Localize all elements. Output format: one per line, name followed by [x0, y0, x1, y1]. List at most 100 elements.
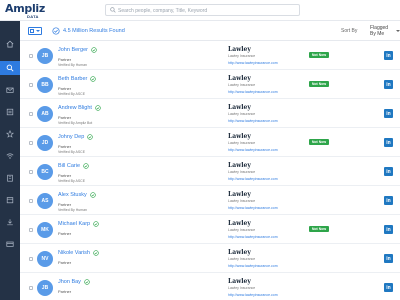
avatar[interactable]: JD — [37, 135, 53, 151]
mail-icon — [6, 87, 14, 93]
company-url-link[interactable]: http://www.lawleyinsurance.com — [228, 235, 278, 239]
avatar[interactable]: AS — [37, 193, 53, 209]
contact-name-line: Jhon Bay — [58, 279, 90, 285]
select-all-checkbox[interactable] — [30, 29, 34, 33]
contact-title: Partner — [58, 86, 72, 91]
contact-name-line: Johny Dep — [58, 134, 93, 140]
linkedin-icon[interactable]: in — [384, 254, 393, 263]
linkedin-icon[interactable]: in — [384, 196, 393, 205]
avatar[interactable]: BB — [37, 77, 53, 93]
avatar[interactable]: NV — [37, 251, 53, 267]
search-input[interactable] — [118, 6, 296, 15]
contact-name[interactable]: Michael Karp — [58, 221, 90, 227]
table-row[interactable]: AB Andrew Blight Partner Verified By Ampliz… — [20, 99, 400, 128]
company-url-link[interactable]: http://www.lawleyinsurance.com — [228, 206, 278, 210]
table-row[interactable]: BB Beth Barber Partner Verified By ASCE Lawl… — [20, 70, 400, 99]
row-checkbox[interactable] — [29, 112, 33, 116]
linkedin-icon[interactable]: in — [384, 109, 393, 118]
table-row[interactable]: JD Johny Dep Partner Verified By ASCE Lawley… — [20, 128, 400, 157]
not-now-button[interactable]: Not Now — [309, 81, 329, 87]
sidebar-item-favorites[interactable] — [0, 127, 20, 141]
avatar[interactable]: BC — [37, 164, 53, 180]
verified-by-text: Verified By Human — [58, 208, 87, 212]
avatar[interactable]: MK — [37, 222, 53, 238]
not-now-button[interactable]: Not Now — [309, 226, 329, 232]
company-name: Lawley Insurance — [228, 83, 256, 87]
row-checkbox[interactable] — [29, 54, 33, 58]
contact-name[interactable]: Alex Stusky — [58, 192, 87, 198]
select-all-dropdown[interactable] — [28, 27, 42, 35]
table-row[interactable]: NV Nikole Varish Partner Lawley Lawley Insur… — [20, 244, 400, 273]
chevron-down-icon — [396, 30, 400, 32]
company-url-link[interactable]: http://www.lawleyinsurance.com — [228, 148, 278, 152]
search-box[interactable] — [105, 4, 300, 16]
avatar-initials: BC — [41, 169, 49, 175]
contact-name[interactable]: Beth Barber — [58, 76, 87, 82]
contact-name[interactable]: Nikole Varish — [58, 250, 90, 256]
ampliz-logo[interactable]: Ampliz DATA — [5, 3, 45, 19]
sidebar-item-lists[interactable] — [0, 105, 20, 119]
company-url-link[interactable]: http://www.lawleyinsurance.com — [228, 61, 278, 65]
download-icon — [7, 219, 13, 226]
company-logo: Lawley — [228, 46, 251, 53]
row-checkbox[interactable] — [29, 141, 33, 145]
verified-check-icon — [93, 250, 99, 256]
row-checkbox[interactable] — [29, 257, 33, 261]
results-toolbar: 4.5 Million Results Found Sort By Flagge… — [20, 21, 400, 41]
avatar[interactable]: JB — [37, 48, 53, 64]
contact-name[interactable]: Jhon Bay — [58, 279, 81, 285]
sidebar-item-mail[interactable] — [0, 83, 20, 97]
sidebar-item-companies[interactable] — [0, 171, 20, 185]
row-checkbox[interactable] — [29, 286, 33, 290]
avatar-initials: MK — [41, 227, 49, 233]
linkedin-icon[interactable]: in — [384, 51, 393, 60]
contact-name[interactable]: Johny Dep — [58, 134, 84, 140]
wifi-icon — [6, 153, 14, 159]
row-checkbox[interactable] — [29, 228, 33, 232]
building-icon — [7, 174, 13, 182]
row-checkbox[interactable] — [29, 199, 33, 203]
company-url-link[interactable]: http://www.lawleyinsurance.com — [228, 264, 278, 268]
company-url-link[interactable]: http://www.lawleyinsurance.com — [228, 177, 278, 181]
linkedin-icon[interactable]: in — [384, 80, 393, 89]
company-url-link[interactable]: http://www.lawleyinsurance.com — [228, 293, 278, 297]
sidebar-item-search[interactable] — [0, 61, 20, 75]
company-url-link[interactable]: http://www.lawleyinsurance.com — [228, 90, 278, 94]
linkedin-icon[interactable]: in — [384, 138, 393, 147]
table-row[interactable]: JB John Berger Partner Verified By Human Law… — [20, 41, 400, 70]
company-name: Lawley Insurance — [228, 54, 256, 58]
contact-name[interactable]: John Berger — [58, 47, 88, 53]
linkedin-icon[interactable]: in — [384, 225, 393, 234]
row-checkbox[interactable] — [29, 83, 33, 87]
table-row[interactable]: BC Bill Carie Partner Verified By ASCE Lawle… — [20, 157, 400, 186]
sidebar-item-home[interactable] — [0, 37, 20, 51]
linkedin-icon[interactable]: in — [384, 167, 393, 176]
star-icon — [6, 130, 14, 138]
company-name: Lawley Insurance — [228, 170, 256, 174]
not-now-button[interactable]: Not Now — [309, 52, 329, 58]
sort-dropdown[interactable]: Flagged By Me — [370, 25, 400, 37]
company-name: Lawley Insurance — [228, 228, 256, 232]
avatar-initials: BB — [41, 82, 49, 88]
avatar[interactable]: JB — [37, 280, 53, 296]
sidebar-item-billing[interactable] — [0, 237, 20, 251]
company-name: Lawley Insurance — [228, 112, 256, 116]
sidebar-item-downloads[interactable] — [0, 215, 20, 229]
sidebar-item-calendar[interactable] — [0, 193, 20, 207]
avatar[interactable]: AB — [37, 106, 53, 122]
table-row[interactable]: JB Jhon Bay Partner Lawley Lawley Insurance h… — [20, 273, 400, 300]
company-url-link[interactable]: http://www.lawleyinsurance.com — [228, 119, 278, 123]
row-checkbox[interactable] — [29, 170, 33, 174]
contact-name-line: John Berger — [58, 47, 97, 53]
not-now-button[interactable]: Not Now — [309, 139, 329, 145]
contact-name[interactable]: Bill Carie — [58, 163, 80, 169]
verified-check-icon — [90, 76, 97, 82]
table-row[interactable]: AS Alex Stusky Partner Verified By Human Law… — [20, 186, 400, 215]
linkedin-icon[interactable]: in — [384, 283, 393, 292]
avatar-initials: AB — [41, 111, 49, 117]
contact-name[interactable]: Andrew Blight — [58, 105, 92, 111]
table-row[interactable]: MK Michael Karp Partner Lawley Lawley Insura… — [20, 215, 400, 244]
contact-title: Partner — [58, 260, 72, 265]
results-count: 4.5 Million Results Found — [52, 26, 125, 36]
sidebar-item-signals[interactable] — [0, 149, 20, 163]
